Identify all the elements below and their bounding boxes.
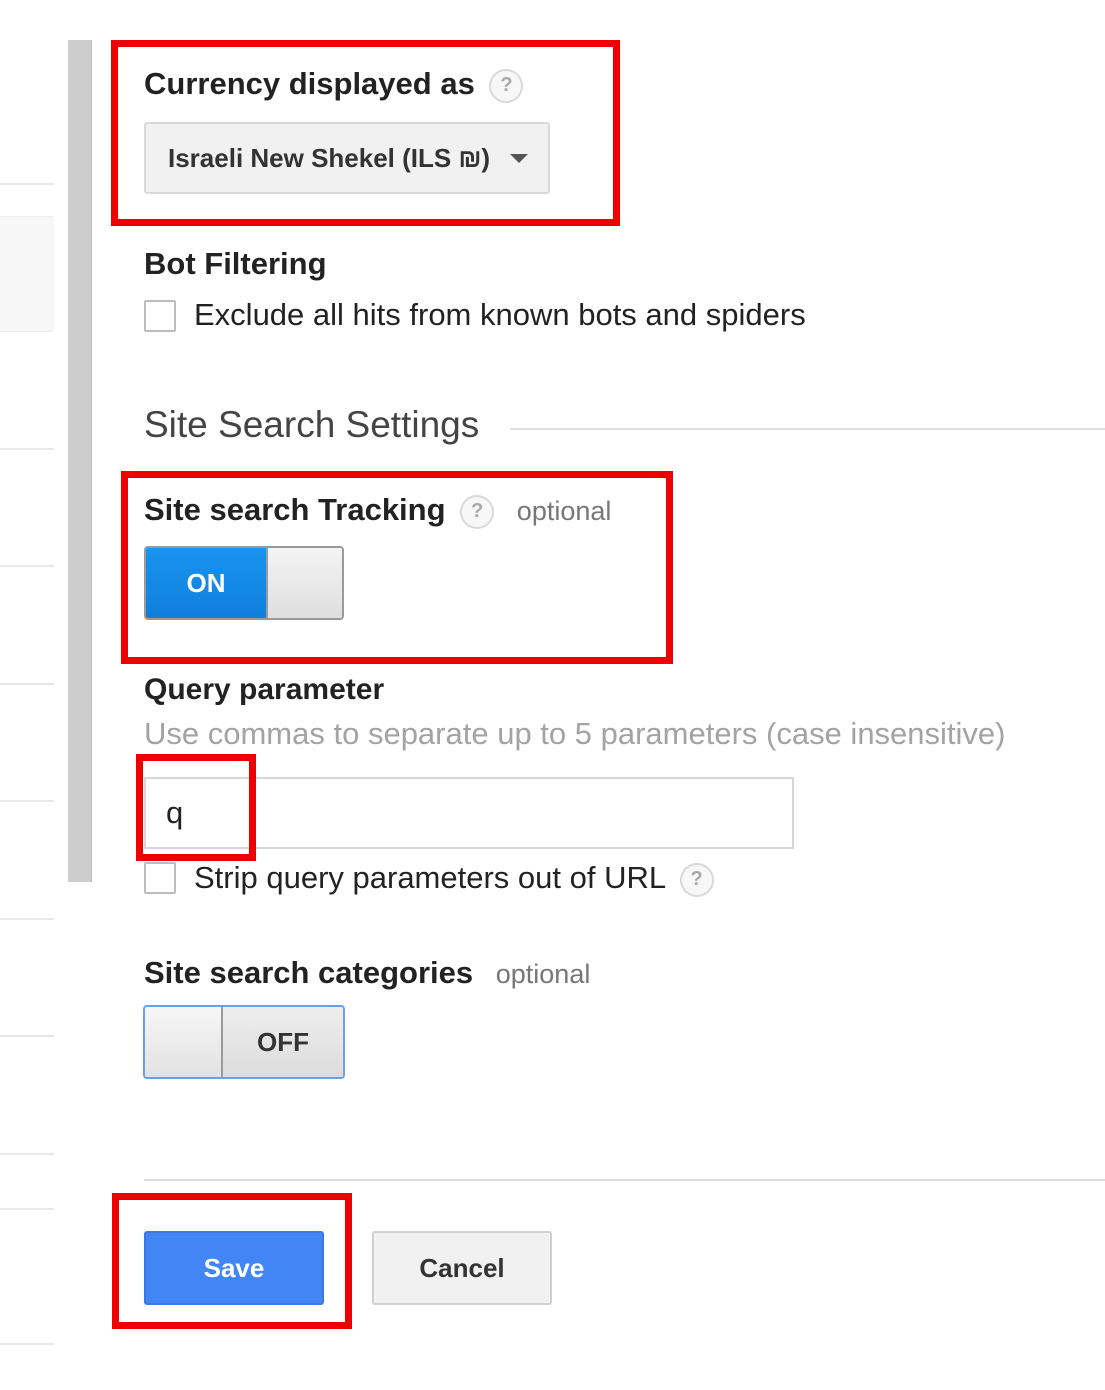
help-icon[interactable]: ? bbox=[460, 494, 495, 529]
site-search-settings-title: Site Search Settings bbox=[144, 404, 480, 445]
site-search-categories-toggle[interactable]: OFF bbox=[143, 1005, 345, 1079]
toggle-knob[interactable] bbox=[145, 1007, 223, 1077]
query-parameter-input[interactable] bbox=[144, 777, 794, 849]
bot-filtering-checkbox-label: Exclude all hits from known bots and spi… bbox=[194, 297, 806, 332]
actions-divider bbox=[144, 1179, 1105, 1181]
sidebar-divider bbox=[0, 1153, 54, 1155]
site-search-tracking-toggle[interactable]: ON bbox=[144, 546, 344, 620]
bot-filtering-checkbox[interactable] bbox=[144, 300, 176, 332]
sidebar-divider bbox=[0, 800, 54, 802]
save-button[interactable]: Save bbox=[144, 1231, 324, 1305]
site-search-categories-label: Site search categories bbox=[144, 955, 474, 990]
strip-query-parameters-label: Strip query parameters out of URL bbox=[194, 860, 665, 895]
sidebar-divider bbox=[0, 448, 54, 450]
toggle-state-label: OFF bbox=[223, 1007, 343, 1077]
help-icon[interactable]: ? bbox=[489, 68, 524, 103]
optional-label: optional bbox=[516, 496, 612, 526]
site-search-categories-heading: Site search categories optional bbox=[144, 955, 590, 991]
scrollbar-track[interactable] bbox=[68, 40, 92, 882]
site-search-tracking-label: Site search Tracking bbox=[144, 492, 446, 527]
strip-query-parameters-row: Strip query parameters out of URL ? bbox=[194, 860, 714, 897]
sidebar-selected-item[interactable] bbox=[0, 216, 54, 332]
optional-label: optional bbox=[495, 959, 591, 989]
currency-label: Currency displayed as bbox=[144, 66, 475, 101]
currency-selected-value: Israeli New Shekel (ILS ₪) bbox=[168, 142, 491, 173]
toggle-state-label: ON bbox=[146, 548, 266, 618]
strip-query-parameters-checkbox[interactable] bbox=[144, 862, 176, 894]
site-search-tracking-heading: Site search Tracking ? optional bbox=[144, 492, 611, 529]
sidebar-divider bbox=[0, 683, 54, 685]
sidebar-divider bbox=[0, 918, 54, 920]
section-divider bbox=[510, 428, 1105, 430]
sidebar-divider bbox=[0, 565, 54, 567]
chevron-down-icon bbox=[510, 153, 529, 163]
currency-dropdown[interactable]: Israeli New Shekel (ILS ₪) bbox=[144, 122, 550, 194]
currency-section: Currency displayed as ? bbox=[144, 66, 524, 103]
toggle-knob[interactable] bbox=[266, 548, 342, 618]
help-icon[interactable]: ? bbox=[679, 862, 714, 897]
sidebar-divider bbox=[0, 1208, 54, 1210]
bot-filtering-heading: Bot Filtering bbox=[144, 246, 327, 281]
query-parameter-label: Query parameter bbox=[144, 673, 385, 706]
sidebar-divider bbox=[0, 1035, 54, 1037]
sidebar-divider bbox=[0, 1343, 54, 1345]
sidebar-divider bbox=[0, 183, 54, 185]
cancel-button[interactable]: Cancel bbox=[372, 1231, 552, 1305]
query-parameter-hint: Use commas to separate up to 5 parameter… bbox=[144, 716, 1006, 751]
